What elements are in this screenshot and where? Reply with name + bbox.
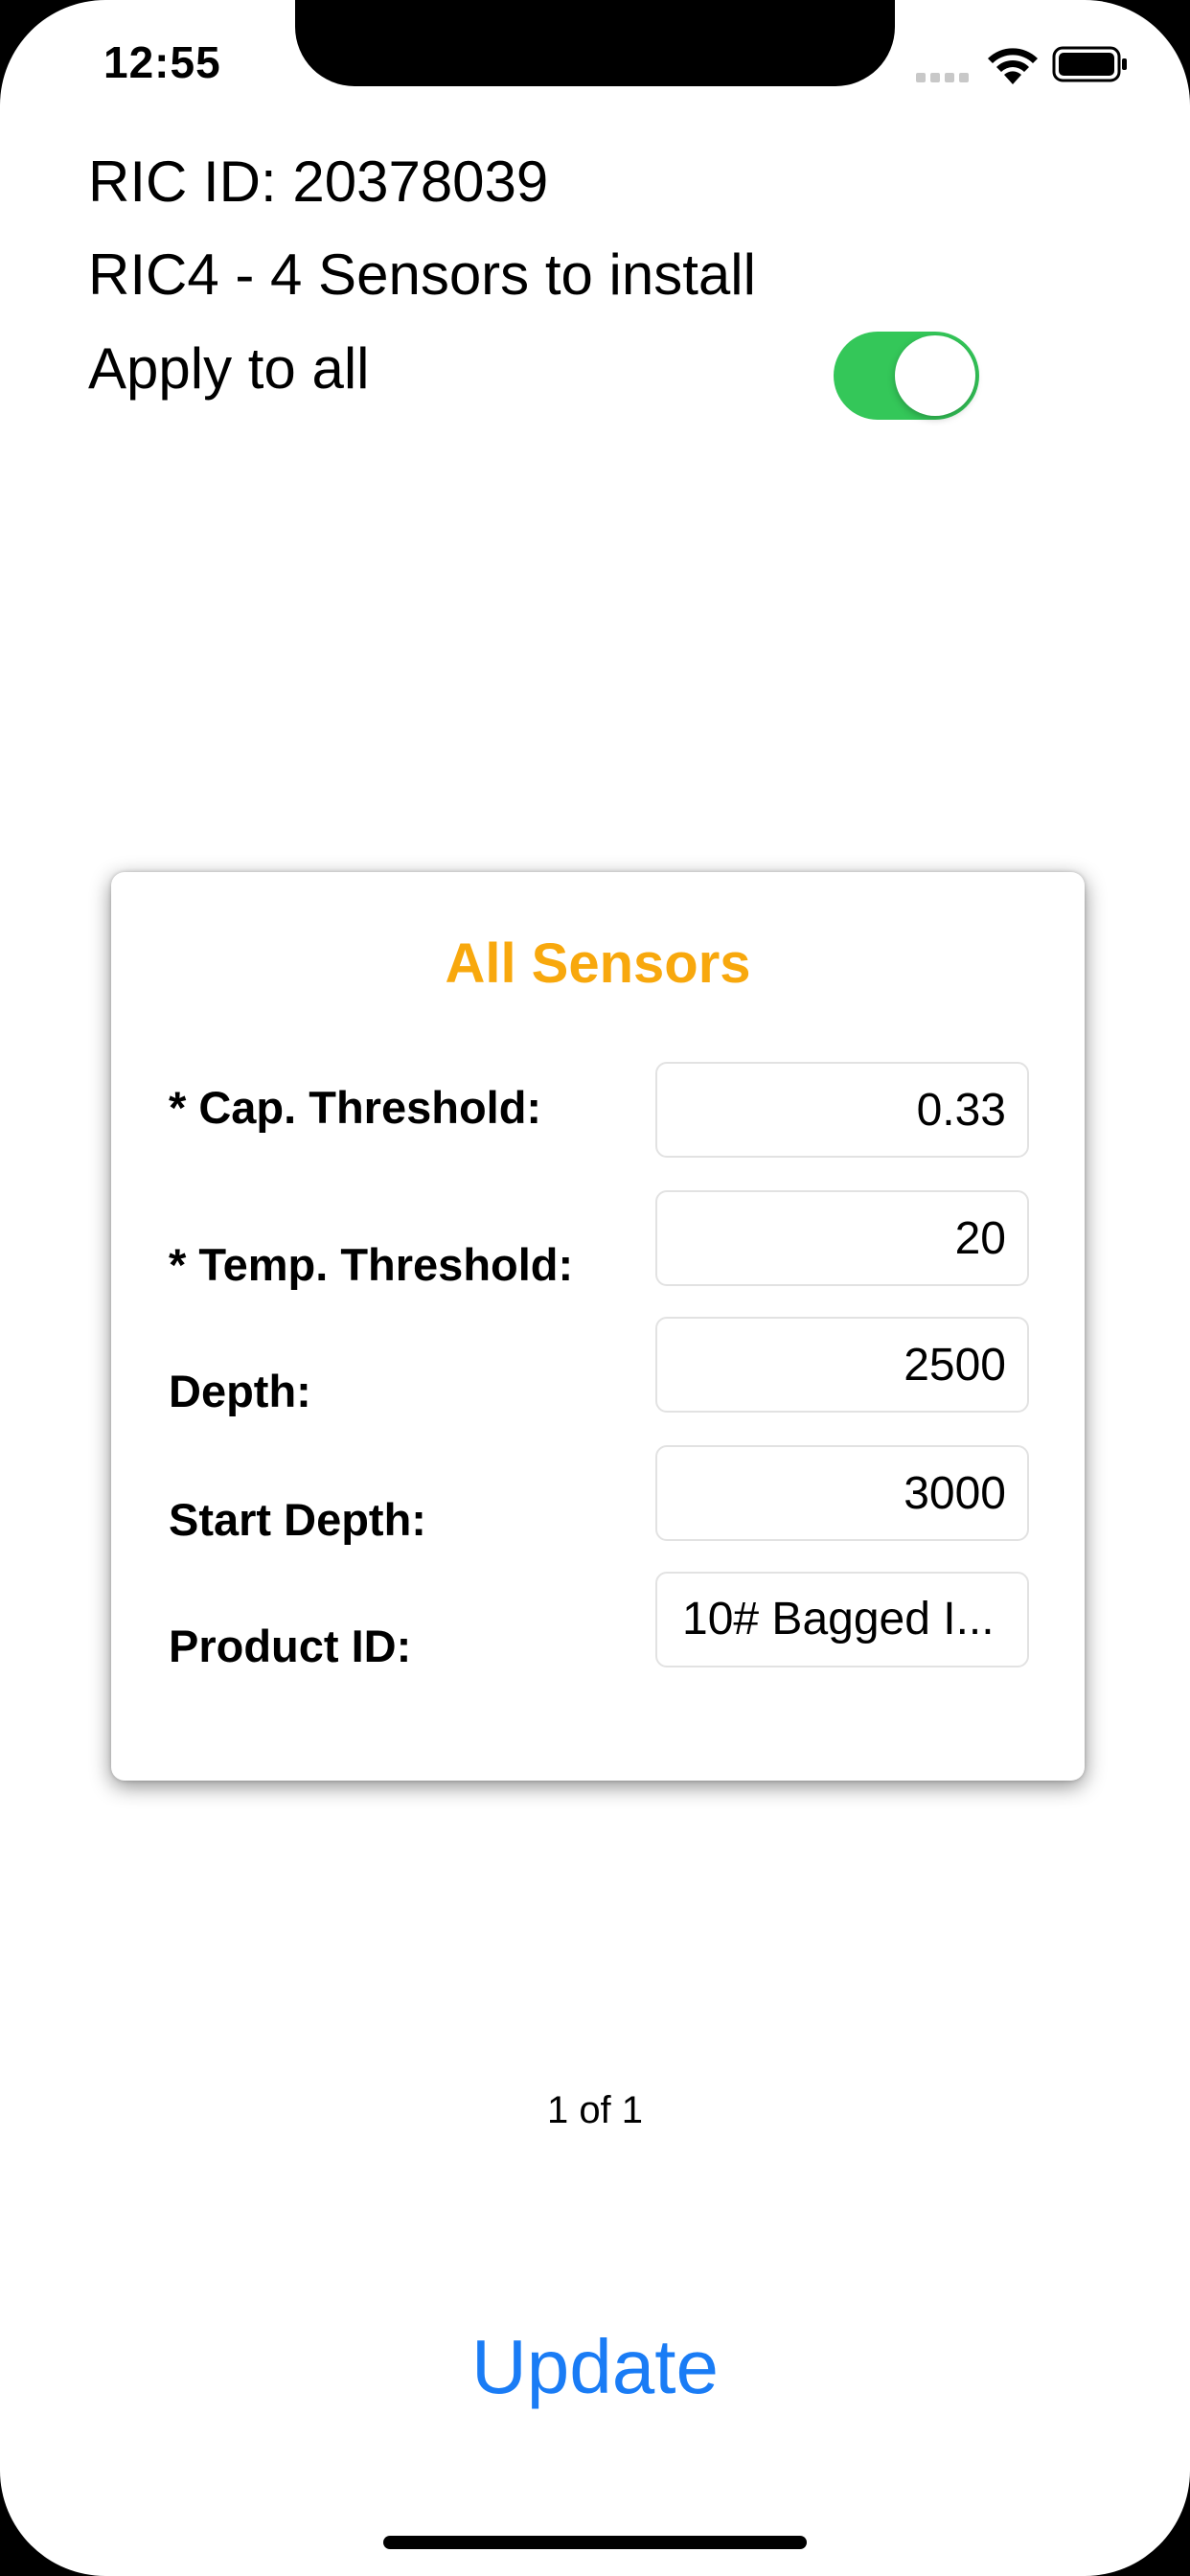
temp-threshold-input[interactable]	[655, 1190, 1029, 1286]
cap-threshold-label: * Cap. Threshold:	[169, 1082, 542, 1133]
apply-to-all-toggle[interactable]	[834, 332, 979, 420]
depth-label: Depth:	[169, 1366, 311, 1416]
cap-threshold-input[interactable]	[655, 1062, 1029, 1158]
ric-id-label: RIC ID: 20378039	[88, 150, 549, 214]
product-id-selector[interactable]: 10# Bagged I...	[655, 1572, 1029, 1668]
card-title: All Sensors	[445, 932, 751, 995]
app-screen: 12:55 RIC ID: 20378039 RIC4 - 4 Sensors …	[0, 0, 1190, 2576]
device-notch	[295, 0, 895, 86]
temp-threshold-label: * Temp. Threshold:	[169, 1239, 574, 1290]
page-indicator: 1 of 1	[546, 2089, 644, 2131]
home-indicator[interactable]	[383, 2536, 807, 2549]
ric-sensor-count-label: RIC4 - 4 Sensors to install	[88, 242, 756, 307]
sensor-settings-card: All Sensors * Cap. Threshold: * Temp. Th…	[111, 872, 1085, 1781]
start-depth-label: Start Depth:	[169, 1494, 426, 1545]
depth-input[interactable]	[655, 1317, 1029, 1413]
wifi-icon	[988, 48, 1038, 84]
status-time: 12:55	[103, 37, 221, 87]
start-depth-input[interactable]	[655, 1445, 1029, 1541]
product-id-label: Product ID:	[169, 1621, 412, 1671]
update-button[interactable]: Update	[403, 2314, 787, 2420]
apply-to-all-label: Apply to all	[88, 336, 370, 401]
signal-icon	[916, 73, 969, 82]
battery-icon	[1052, 46, 1127, 82]
toggle-knob	[895, 335, 975, 416]
